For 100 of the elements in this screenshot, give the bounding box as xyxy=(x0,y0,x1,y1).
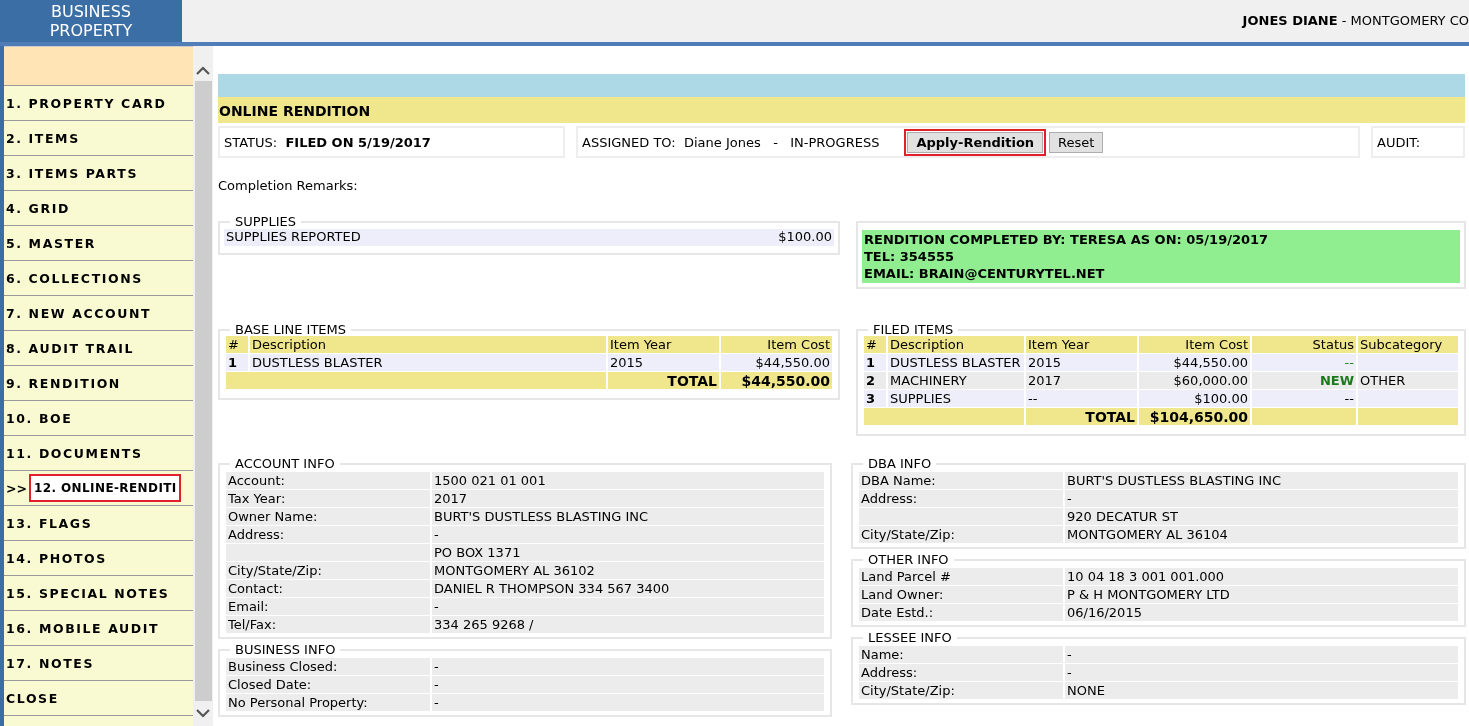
column-header: Item Cost xyxy=(721,336,832,353)
field-value: NONE xyxy=(1065,682,1458,699)
column-header: # xyxy=(864,336,886,353)
section-title: SUPPLIES xyxy=(234,214,297,229)
field-label: Business Closed: xyxy=(226,658,430,675)
field-label: Address: xyxy=(859,664,1063,681)
scroll-down-icon[interactable] xyxy=(196,709,210,718)
field-value: - xyxy=(432,598,824,615)
column-header: Item Cost xyxy=(1139,336,1250,353)
column-header: Item Year xyxy=(1026,336,1137,353)
field-value: 920 DECATUR ST xyxy=(1065,508,1458,525)
sidebar-item[interactable]: 5. MASTER xyxy=(6,235,96,251)
section-title: FILED ITEMS xyxy=(872,322,955,337)
field-value: - xyxy=(1065,646,1458,663)
sidebar-item[interactable]: 3. ITEMS PARTS xyxy=(6,165,138,181)
sidebar-item[interactable]: 4. GRID xyxy=(6,200,70,216)
table-cell: 2017 xyxy=(1026,372,1137,389)
table-cell: 1 xyxy=(226,354,248,371)
table-cell: $60,000.00 xyxy=(1139,372,1250,389)
total-value: $44,550.00 xyxy=(721,372,832,389)
sidebar-item[interactable]: 9. RENDITION xyxy=(6,375,121,391)
column-header: Status xyxy=(1252,336,1356,353)
sidebar-item[interactable]: 2. ITEMS xyxy=(6,130,80,146)
field-value: - xyxy=(432,676,824,693)
field-label: City/State/Zip: xyxy=(859,682,1063,699)
field-label: Email: xyxy=(226,598,430,615)
field-label: Address: xyxy=(859,490,1063,507)
field-label: City/State/Zip: xyxy=(226,562,430,579)
sidebar-item[interactable]: 10. BOE xyxy=(6,410,73,426)
table-cell: OTHER xyxy=(1358,372,1458,389)
sidebar-item[interactable]: 14. PHOTOS xyxy=(6,550,107,566)
field-value: - xyxy=(1065,664,1458,681)
reset-button[interactable]: Reset xyxy=(1049,131,1104,153)
sidebar-item[interactable]: CLOSE xyxy=(6,690,59,706)
total-value: $104,650.00 xyxy=(1139,408,1250,425)
user-info: JONES DIANE - MONTGOMERY CO xyxy=(1242,13,1469,28)
field-value: 334 265 9268 / xyxy=(432,616,824,633)
sidebar-item[interactable]: 8. AUDIT TRAIL xyxy=(6,340,134,356)
app-logo: BUSINESS PROPERTY xyxy=(0,0,182,42)
sidebar-item[interactable]: 16. MOBILE AUDIT xyxy=(6,620,160,636)
table-cell: -- xyxy=(1026,390,1137,407)
section-title: BUSINESS INFO xyxy=(234,642,337,657)
field-value: 2017 xyxy=(432,490,824,507)
apply-button[interactable]: Apply-Rendition xyxy=(907,131,1044,153)
total-label: TOTAL xyxy=(608,372,719,389)
field-value: PO BOX 1371 xyxy=(432,544,824,561)
field-value: BURT'S DUSTLESS BLASTING INC xyxy=(432,508,824,525)
sidebar-item[interactable]: 15. SPECIAL NOTES xyxy=(6,585,170,601)
section-title: DBA INFO xyxy=(867,456,933,471)
field-value: P & H MONTGOMERY LTD xyxy=(1065,586,1458,603)
scrollbar-thumb[interactable] xyxy=(194,81,212,701)
field-value: MONTGOMERY AL 36102 xyxy=(432,562,824,579)
supplies-label: SUPPLIES REPORTED xyxy=(226,229,361,246)
scroll-up-icon[interactable] xyxy=(196,66,210,75)
field-label: Account: xyxy=(226,472,430,489)
section-title: BASE LINE ITEMS xyxy=(234,322,347,337)
sidebar-item[interactable]: 6. COLLECTIONS xyxy=(6,270,143,286)
assignment-text: ASSIGNED TO: Diane Jones - IN-PROGRESS xyxy=(582,134,880,150)
field-label: No Personal Property: xyxy=(226,694,430,711)
status-text: NEW xyxy=(1252,372,1356,389)
field-value: DANIEL R THOMPSON 334 567 3400 xyxy=(432,580,824,597)
field-value: - xyxy=(432,694,824,711)
status-text: -- xyxy=(1252,390,1356,407)
field-label: Date Estd.: xyxy=(859,604,1063,621)
field-label: Tax Year: xyxy=(226,490,430,507)
supplies-value: $100.00 xyxy=(778,229,832,246)
field-label: DBA Name: xyxy=(859,472,1063,489)
table-cell: SUPPLIES xyxy=(888,390,1024,407)
field-label: Land Parcel # xyxy=(859,568,1063,585)
section-title: LESSEE INFO xyxy=(867,630,953,645)
field-value: - xyxy=(432,526,824,543)
field-label: Land Owner: xyxy=(859,586,1063,603)
field-label: Owner Name: xyxy=(226,508,430,525)
table-cell: $44,550.00 xyxy=(721,354,832,371)
table-cell: 1 xyxy=(864,354,886,371)
column-header: Description xyxy=(250,336,606,353)
field-value: - xyxy=(1065,490,1458,507)
sidebar-item[interactable]: 12. ONLINE-RENDITI xyxy=(28,474,181,502)
sidebar-item[interactable]: 17. NOTES xyxy=(6,655,95,671)
field-value: MONTGOMERY AL 36104 xyxy=(1065,526,1458,543)
status-text: STATUS: FILED ON 5/19/2017 xyxy=(224,134,431,150)
status-text: -- xyxy=(1252,354,1356,371)
sidebar-item[interactable]: 13. FLAGS xyxy=(6,515,93,531)
page-title: ONLINE RENDITION xyxy=(218,97,1465,123)
table-cell: 3 xyxy=(864,390,886,407)
table-cell: $100.00 xyxy=(1139,390,1250,407)
column-header: # xyxy=(226,336,248,353)
sidebar-item[interactable]: 11. DOCUMENTS xyxy=(6,445,143,461)
table-cell: MACHINERY xyxy=(888,372,1024,389)
table-cell: DUSTLESS BLASTER xyxy=(888,354,1024,371)
sidebar-item[interactable]: 1. PROPERTY CARD xyxy=(6,95,167,111)
completion-note: RENDITION COMPLETED BY: TERESA AS ON: 05/19/2017 TEL: 354555 EMAIL: BRAIN@CENTURYTEL.NET xyxy=(862,230,1460,283)
sidebar-item[interactable]: 7. NEW ACCOUNT xyxy=(6,305,152,321)
section-title: ACCOUNT INFO xyxy=(234,456,336,471)
remarks-label: Completion Remarks: xyxy=(218,178,359,195)
field-label: Closed Date: xyxy=(226,676,430,693)
field-value: 1500 021 01 001 xyxy=(432,472,824,489)
table-cell: DUSTLESS BLASTER xyxy=(250,354,606,371)
field-label: Address: xyxy=(226,526,430,543)
field-value: 10 04 18 3 001 001.000 xyxy=(1065,568,1458,585)
